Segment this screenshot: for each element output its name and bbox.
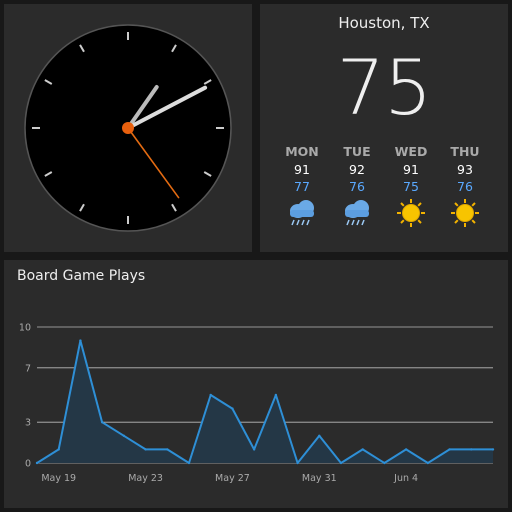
chart-data-point [144, 448, 147, 451]
chart-data-point [231, 407, 234, 410]
chart-data-point [426, 461, 430, 465]
chart-data-point [166, 448, 169, 451]
chart-data-point [339, 461, 343, 465]
x-tick-label: May 31 [302, 473, 337, 484]
forecast-day: MON 91 77 [274, 144, 330, 228]
forecast-high: 91 [403, 162, 419, 177]
y-tick-label: 0 [25, 459, 31, 470]
chart-panel: Board Game Plays 0 3 7 10 May 19 May 23 May 27… [4, 260, 508, 508]
chart-area-fill [37, 340, 493, 463]
x-tick-label: May 23 [128, 473, 163, 484]
clock-panel [4, 4, 252, 252]
current-temperature: 75 [336, 43, 433, 132]
forecast-day: THU 93 76 [437, 144, 493, 228]
weather-city: Houston, TX [338, 14, 430, 32]
forecast-day-name: TUE [343, 144, 371, 159]
x-tick-label: May 19 [41, 473, 76, 484]
rain-cloud-icon [345, 200, 369, 226]
x-tick-label: May 27 [215, 473, 250, 484]
chart-data-point [57, 448, 60, 451]
forecast-low: 76 [349, 179, 365, 194]
forecast-high: 93 [457, 162, 473, 177]
forecast-day-name: THU [450, 144, 480, 159]
rain-cloud-icon [290, 200, 314, 226]
board-game-plays-chart: 0 3 7 10 May 19 May 23 May 27 May 31 Jun 4 [19, 323, 495, 484]
chart-data-point [100, 421, 104, 424]
analog-clock [24, 24, 232, 232]
chart-data-point [274, 393, 278, 397]
chart-data-point [361, 448, 364, 451]
chart-data-point [318, 434, 321, 437]
forecast-day-name: MON [285, 144, 319, 159]
chart-data-point [296, 461, 299, 465]
chart-data-point [448, 448, 451, 451]
chart-data-point [383, 461, 386, 465]
forecast-day-name: WED [394, 144, 428, 159]
forecast-low: 77 [294, 179, 310, 194]
chart-data-point [404, 448, 408, 451]
sun-icon [397, 199, 425, 227]
forecast-high: 91 [294, 162, 310, 177]
forecast-high: 92 [349, 162, 365, 177]
forecast-day: TUE 92 76 [329, 144, 385, 228]
weather-panel: Houston, TX 75 MON 91 77 TUE 92 76 WED 9… [260, 4, 508, 252]
chart-data-point [122, 434, 126, 437]
chart-data-point [35, 461, 39, 465]
chart-data-point [187, 461, 191, 465]
y-tick-label: 3 [25, 418, 31, 429]
forecast-low: 76 [457, 179, 473, 194]
x-tick-label: Jun 4 [393, 473, 418, 484]
forecast-day: WED 91 75 [383, 144, 439, 228]
y-tick-label: 7 [25, 363, 31, 374]
chart-data-point [79, 339, 82, 342]
chart-data-point [252, 448, 256, 451]
chart-data-point [209, 393, 212, 397]
chart-data-point [470, 448, 473, 451]
chart-data-point [491, 448, 495, 451]
forecast-low: 75 [403, 179, 419, 194]
clock-center-pin [122, 122, 134, 134]
y-tick-label: 10 [19, 323, 31, 334]
sun-icon [451, 199, 479, 227]
